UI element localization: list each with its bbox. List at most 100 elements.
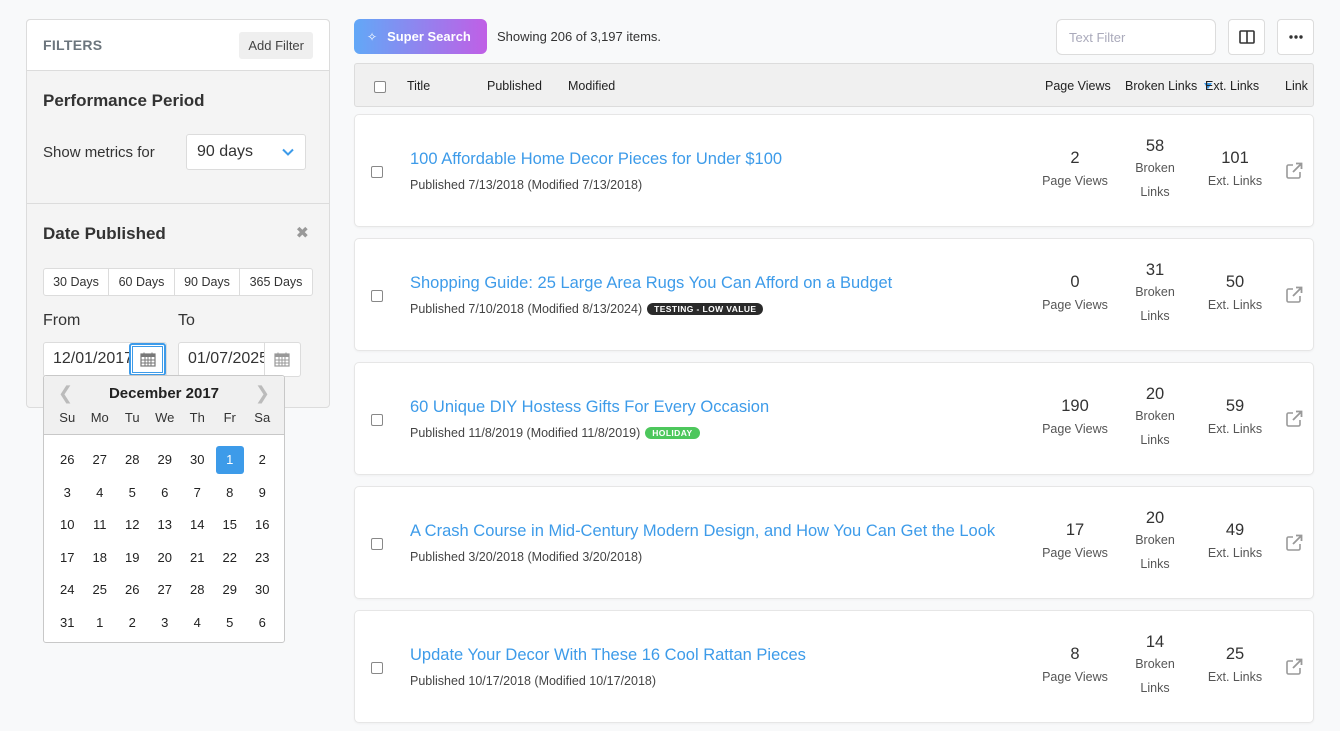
ext-links-metric: 49 Ext. Links (1195, 521, 1275, 562)
row-dates: Published 10/17/2018 (Modified 10/17/201… (410, 674, 656, 688)
external-link-icon[interactable] (1285, 162, 1303, 185)
calendar-day[interactable]: 8 (216, 479, 244, 507)
calendar-day[interactable]: 5 (118, 479, 146, 507)
calendar-day[interactable]: 2 (118, 609, 146, 637)
row-checkbox[interactable] (371, 414, 383, 426)
row-checkbox[interactable] (371, 538, 383, 550)
calendar-day[interactable]: 6 (248, 609, 276, 637)
calendar-day[interactable]: 2 (248, 446, 276, 474)
columns-icon (1238, 30, 1255, 44)
to-calendar-button[interactable] (263, 343, 300, 376)
range-365-days-button[interactable]: 365 Days (240, 269, 312, 295)
external-link-icon[interactable] (1285, 286, 1303, 309)
row-dates: Published 3/20/2018 (Modified 3/20/2018) (410, 550, 642, 564)
calendar-day[interactable]: 6 (151, 479, 179, 507)
calendar-day[interactable]: 26 (118, 576, 146, 604)
text-filter-input[interactable] (1056, 19, 1216, 55)
columns-toggle-button[interactable] (1228, 19, 1265, 55)
calendar-day[interactable]: 20 (151, 544, 179, 572)
super-search-button[interactable]: ✧ Super Search (354, 19, 487, 54)
row-title-link[interactable]: Update Your Decor With These 16 Cool Rat… (410, 646, 806, 665)
from-date-field[interactable]: 12/01/2017 (43, 342, 167, 377)
row-title-link[interactable]: Shopping Guide: 25 Large Area Rugs You C… (410, 274, 892, 293)
ext-links-metric: 101 Ext. Links (1195, 149, 1275, 190)
calendar-day[interactable]: 4 (86, 479, 114, 507)
calendar-day[interactable]: 27 (151, 576, 179, 604)
calendar-day[interactable]: 28 (183, 576, 211, 604)
add-filter-button[interactable]: Add Filter (239, 31, 313, 59)
table-row: A Crash Course in Mid-Century Modern Des… (354, 486, 1314, 599)
range-30-days-button[interactable]: 30 Days (44, 269, 109, 295)
calendar-day[interactable]: 29 (151, 446, 179, 474)
calendar-day[interactable]: 25 (86, 576, 114, 604)
external-link-icon[interactable] (1285, 534, 1303, 557)
row-title-link[interactable]: 60 Unique DIY Hostess Gifts For Every Oc… (410, 398, 769, 417)
column-page-views[interactable]: Page Views (1045, 79, 1111, 93)
ext-links-value: 25 (1225, 645, 1245, 663)
calendar-day[interactable]: 1 (86, 609, 114, 637)
calendar-day[interactable]: 17 (53, 544, 81, 572)
calendar-day[interactable]: 29 (216, 576, 244, 604)
calendar-day[interactable]: 26 (53, 446, 81, 474)
calendar-day[interactable]: 24 (53, 576, 81, 604)
column-title[interactable]: Title (407, 79, 430, 93)
more-options-button[interactable] (1277, 19, 1314, 55)
calendar-day-selected[interactable]: 1 (215, 446, 244, 475)
calendar-day[interactable]: 13 (151, 511, 179, 539)
calendar-day[interactable]: 21 (183, 544, 211, 572)
calendar-day[interactable]: 10 (53, 511, 81, 539)
remove-filter-icon[interactable]: ✖ (296, 223, 309, 243)
calendar-day[interactable]: 11 (86, 511, 114, 539)
column-link[interactable]: Link (1285, 79, 1308, 93)
column-broken-links[interactable]: Broken Links (1125, 79, 1197, 93)
range-90-days-button[interactable]: 90 Days (175, 269, 240, 295)
to-date-value[interactable]: 01/07/2025 (179, 343, 264, 376)
from-date-value[interactable]: 12/01/2017 (44, 343, 129, 376)
column-modified[interactable]: Modified (568, 79, 615, 93)
date-published-section: Date Published ✖ 30 Days 60 Days 90 Days… (27, 204, 329, 377)
row-title-link[interactable]: A Crash Course in Mid-Century Modern Des… (410, 522, 995, 541)
chevron-down-icon (282, 148, 294, 156)
calendar-day[interactable]: 9 (248, 479, 276, 507)
calendar-day[interactable]: 18 (86, 544, 114, 572)
prev-month-icon[interactable]: ❮ (58, 383, 73, 404)
calendar-day[interactable]: 22 (216, 544, 244, 572)
next-month-icon[interactable]: ❯ (255, 383, 270, 404)
column-published[interactable]: Published (487, 79, 542, 93)
row-dates: Published 7/10/2018 (Modified 8/13/2024)… (410, 302, 764, 316)
calendar-day[interactable]: 14 (183, 511, 211, 539)
weekday-label: Fr (223, 410, 236, 425)
from-calendar-button[interactable] (129, 343, 166, 376)
range-60-days-button[interactable]: 60 Days (109, 269, 175, 295)
filters-title: FILTERS (43, 37, 103, 53)
to-date-field[interactable]: 01/07/2025 (178, 342, 301, 377)
calendar-day[interactable]: 15 (216, 511, 244, 539)
calendar-day[interactable]: 5 (216, 609, 244, 637)
external-link-icon[interactable] (1285, 410, 1303, 433)
row-published-text: Published 10/17/2018 (Modified 10/17/201… (410, 674, 657, 688)
to-label: To (178, 312, 195, 329)
row-checkbox[interactable] (371, 662, 383, 674)
calendar-day[interactable]: 31 (53, 609, 81, 637)
calendar-day[interactable]: 3 (53, 479, 81, 507)
calendar-day[interactable]: 12 (118, 511, 146, 539)
calendar-day[interactable]: 4 (183, 609, 211, 637)
row-checkbox[interactable] (371, 290, 383, 302)
calendar-day[interactable]: 28 (118, 446, 146, 474)
select-all-checkbox[interactable] (374, 81, 386, 93)
external-link-icon[interactable] (1285, 658, 1303, 681)
calendar-day[interactable]: 30 (183, 446, 211, 474)
calendar-day[interactable]: 3 (151, 609, 179, 637)
calendar-day[interactable]: 19 (118, 544, 146, 572)
calendar-icon (140, 352, 156, 367)
calendar-day[interactable]: 16 (248, 511, 276, 539)
row-title-link[interactable]: 100 Affordable Home Decor Pieces for Und… (410, 150, 782, 169)
row-checkbox[interactable] (371, 166, 383, 178)
calendar-day[interactable]: 27 (86, 446, 114, 474)
calendar-day[interactable]: 30 (248, 576, 276, 604)
column-ext-links[interactable]: Ext. Links (1205, 79, 1259, 93)
metrics-period-select[interactable]: 90 days (186, 134, 306, 170)
calendar-day[interactable]: 23 (248, 544, 276, 572)
row-published-text: Published 7/13/2018 (Modified 7/13/2018) (410, 178, 643, 192)
calendar-day[interactable]: 7 (183, 479, 211, 507)
